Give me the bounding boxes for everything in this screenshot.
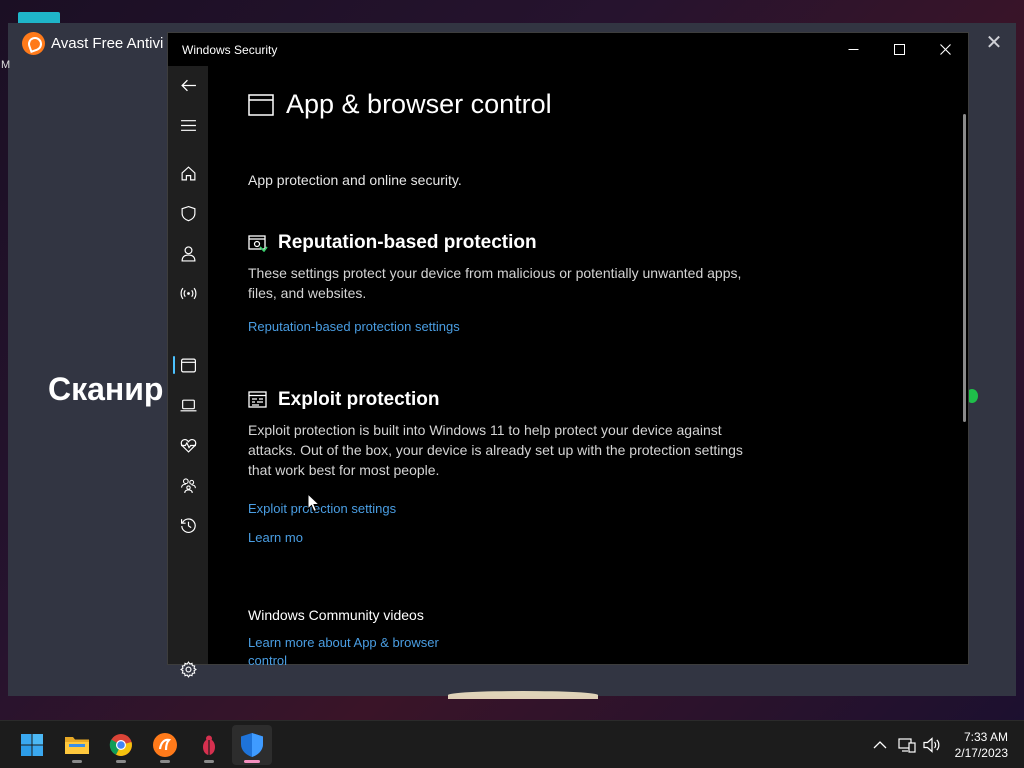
taskbar: 7:33 AM 2/17/2023 [0,720,1024,768]
avast-window-title: Avast Free Antivi [51,34,164,52]
minimize-icon [848,49,858,50]
active-indicator [244,760,260,763]
taskbar-clock[interactable]: 7:33 AM 2/17/2023 [955,729,1008,761]
nav-item-account-protection[interactable] [168,235,208,271]
reputation-section-header: Reputation-based protection [248,232,537,254]
nav-item-app-browser-control[interactable] [168,347,208,383]
exploit-settings-link[interactable]: Exploit protection settings [248,500,396,518]
vertical-scrollbar[interactable] [963,114,966,422]
community-video-link[interactable]: Learn more about App & browser control [248,634,439,670]
shield-icon [181,205,195,221]
back-button[interactable] [168,67,208,103]
community-link-line2: control [248,653,288,668]
reputation-title: Reputation-based protection [278,232,537,253]
nav-item-firewall[interactable] [168,275,208,311]
start-button[interactable] [12,725,52,765]
nav-item-virus-protection[interactable] [168,195,208,231]
taskbar-avast[interactable] [145,725,185,765]
laptop-icon [180,399,196,411]
avast-icon [153,733,177,757]
wifi-signal-icon [180,287,196,299]
reputation-description: These settings protect your device from … [248,265,742,301]
exploit-description: Exploit protection is built into Windows… [248,422,743,478]
nav-item-device-security[interactable] [168,387,208,423]
taskbar-windows-security[interactable] [232,725,272,765]
nav-item-settings[interactable] [168,651,208,687]
person-icon [181,245,195,262]
back-arrow-icon [180,79,196,91]
close-icon [939,44,951,55]
running-indicator [72,760,82,763]
bug-app-icon [199,735,219,755]
windows-security-icon [241,733,263,757]
running-indicator [160,760,170,763]
reputation-settings-link[interactable]: Reputation-based protection settings [248,318,460,336]
running-indicator [204,760,214,763]
nav-item-family-options[interactable] [168,467,208,503]
community-link-line1: Learn more about App & browser [248,635,439,650]
nav-rail [168,66,208,678]
page-subtitle: App protection and online security. [248,172,462,188]
maximize-icon [893,44,905,55]
community-videos-heading: Windows Community videos [248,607,424,623]
windows-security-window: Windows Security App & browser control A… [167,32,969,678]
ws-window-title: Windows Security [182,42,278,57]
nav-item-home[interactable] [168,155,208,191]
exploit-title: Exploit protection [278,389,440,410]
avast-side-letter: M [1,59,11,71]
volume-tray-button[interactable] [922,735,942,755]
network-tray-button[interactable] [897,735,917,755]
history-icon [180,518,196,533]
avast-scan-heading: Сканир [48,371,164,407]
show-hidden-icons-button[interactable] [870,735,890,755]
running-indicator [116,760,126,763]
clock-date: 2/17/2023 [954,746,1008,760]
network-icon [898,738,916,753]
exploit-section-header: Exploit protection [248,389,440,411]
clock-time: 7:33 AM [963,730,1008,744]
menu-button[interactable] [168,107,208,143]
mouse-cursor-icon [307,493,321,513]
app-browser-icon [248,93,274,116]
avast-close-button[interactable]: ✕ [982,31,1006,55]
minimize-button[interactable] [830,33,876,66]
family-icon [180,477,196,493]
exploit-protection-icon [248,391,267,408]
avast-logo-icon [22,31,45,55]
home-icon [181,165,195,180]
reputation-protection-icon [248,235,268,252]
nav-item-protection-history[interactable] [168,507,208,543]
page-title: App & browser control [286,89,552,119]
avast-glow [448,691,598,699]
maximize-button[interactable] [876,33,922,66]
close-button[interactable] [922,33,968,66]
learn-more-link[interactable]: Learn mo [248,529,303,547]
page-header: App & browser control [248,89,552,120]
windows-start-icon [21,734,43,756]
file-explorer-icon [65,737,89,754]
volume-icon [923,737,940,753]
taskbar-chrome[interactable] [101,725,141,765]
hamburger-menu-icon [180,119,196,131]
main-content: App & browser control App protection and… [208,66,968,668]
heart-pulse-icon [180,438,196,453]
chevron-up-icon [873,741,887,749]
taskbar-bug-app[interactable] [189,725,229,765]
app-browser-icon [180,358,196,372]
taskbar-file-explorer[interactable] [57,725,97,765]
chrome-icon [109,734,132,756]
nav-item-device-performance[interactable] [168,427,208,463]
gear-icon [179,660,197,678]
